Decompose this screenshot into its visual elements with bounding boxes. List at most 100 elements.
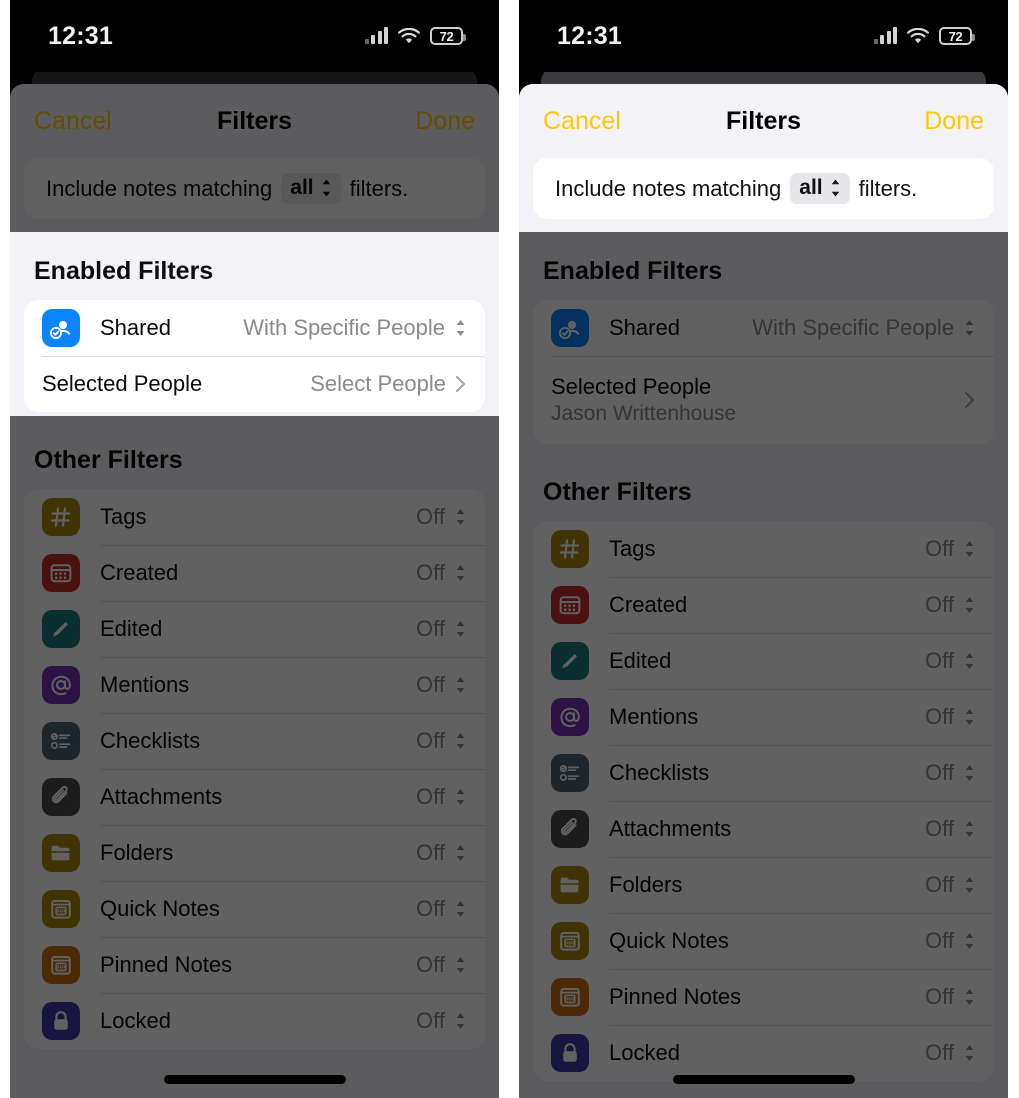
match-rule-lead-text: Include notes matching bbox=[46, 175, 273, 201]
hash-tag-icon bbox=[551, 530, 589, 568]
row-tags[interactable]: Tags Off bbox=[24, 489, 485, 545]
row-checklists[interactable]: Checklists Off bbox=[533, 745, 994, 801]
up-down-chevron-icon[interactable] bbox=[963, 875, 976, 895]
row-value-shared: With Specific People bbox=[752, 315, 954, 340]
row-created[interactable]: Created Off bbox=[24, 545, 485, 601]
folder-icon bbox=[42, 834, 80, 872]
up-down-chevron-icon[interactable] bbox=[963, 595, 976, 615]
battery-percent: 72 bbox=[948, 28, 963, 44]
up-down-chevron-icon[interactable] bbox=[454, 731, 467, 751]
up-down-chevron-icon bbox=[831, 179, 839, 197]
quick-note-icon bbox=[551, 922, 589, 960]
up-down-chevron-icon[interactable] bbox=[454, 899, 467, 919]
row-selected-people[interactable]: Selected People Select People bbox=[24, 356, 485, 412]
row-label-selected-people: Selected People Jason Writtenhouse bbox=[551, 374, 964, 426]
row-label-selected-people: Selected People bbox=[42, 371, 203, 396]
row-edited[interactable]: Edited Off bbox=[24, 601, 485, 657]
row-quick-notes[interactable]: Quick Notes Off bbox=[533, 913, 994, 969]
row-value-shared: With Specific People bbox=[243, 315, 445, 340]
row-tags[interactable]: Tags Off bbox=[533, 521, 994, 577]
battery-percent: 72 bbox=[439, 28, 454, 44]
status-bar-clock: 12:31 bbox=[48, 21, 113, 50]
row-label: Tags bbox=[100, 504, 147, 529]
up-down-chevron-icon bbox=[322, 179, 330, 197]
row-locked[interactable]: Locked Off bbox=[24, 993, 485, 1049]
row-value: Off bbox=[416, 840, 445, 865]
enabled-filters-section: Enabled Filters Shared With Specific Peo… bbox=[10, 243, 499, 412]
row-created[interactable]: Created Off bbox=[533, 577, 994, 633]
up-down-chevron-icon[interactable] bbox=[454, 318, 467, 338]
row-shared[interactable]: Shared With Specific People bbox=[533, 300, 994, 356]
other-filters-group-left: Tags Off Created Off Edited Off Mentions Off Che… bbox=[24, 489, 485, 1049]
row-value: Off bbox=[416, 504, 445, 529]
done-button[interactable]: Done bbox=[415, 105, 475, 138]
row-pinned-notes[interactable]: Pinned Notes Off bbox=[533, 969, 994, 1025]
up-down-chevron-icon[interactable] bbox=[454, 1011, 467, 1031]
up-down-chevron-icon[interactable] bbox=[963, 987, 976, 1007]
row-mentions[interactable]: Mentions Off bbox=[533, 689, 994, 745]
cancel-button[interactable]: Cancel bbox=[34, 105, 112, 138]
up-down-chevron-icon[interactable] bbox=[963, 707, 976, 727]
left-phone-screenshot: 12:31 72 Cancel Filters Done Include not… bbox=[10, 0, 499, 1098]
row-label: Quick Notes bbox=[609, 928, 729, 953]
up-down-chevron-icon[interactable] bbox=[963, 819, 976, 839]
row-checklists[interactable]: Checklists Off bbox=[24, 713, 485, 769]
up-down-chevron-icon[interactable] bbox=[963, 318, 976, 338]
up-down-chevron-icon[interactable] bbox=[963, 763, 976, 783]
row-value: Off bbox=[416, 728, 445, 753]
up-down-chevron-icon[interactable] bbox=[963, 539, 976, 559]
row-attachments[interactable]: Attachments Off bbox=[533, 801, 994, 857]
row-label: Folders bbox=[609, 872, 683, 897]
up-down-chevron-icon[interactable] bbox=[963, 651, 976, 671]
home-indicator bbox=[163, 1075, 346, 1084]
row-value: Off bbox=[416, 616, 445, 641]
row-locked[interactable]: Locked Off bbox=[533, 1025, 994, 1081]
chevron-right-icon[interactable] bbox=[455, 374, 467, 394]
row-shared[interactable]: Shared With Specific People bbox=[24, 300, 485, 356]
up-down-chevron-icon[interactable] bbox=[963, 1043, 976, 1063]
up-down-chevron-icon[interactable] bbox=[963, 931, 976, 951]
row-label: Created bbox=[100, 560, 179, 585]
filters-sheet: Cancel Filters Done Include notes matchi… bbox=[10, 84, 499, 1098]
status-bar: 12:31 72 bbox=[519, 0, 1008, 72]
row-pinned-notes[interactable]: Pinned Notes Off bbox=[24, 937, 485, 993]
row-value: Off bbox=[925, 984, 954, 1009]
row-attachments[interactable]: Attachments Off bbox=[24, 769, 485, 825]
filters-scroll-body[interactable]: Enabled Filters Shared With Specific Peo… bbox=[10, 243, 499, 1098]
row-label: Mentions bbox=[609, 704, 699, 729]
quick-note-icon bbox=[42, 890, 80, 928]
up-down-chevron-icon[interactable] bbox=[454, 843, 467, 863]
up-down-chevron-icon[interactable] bbox=[454, 507, 467, 527]
row-label: Edited bbox=[100, 616, 163, 641]
cancel-button[interactable]: Cancel bbox=[543, 105, 621, 138]
row-label: Created bbox=[609, 592, 688, 617]
checklist-icon bbox=[551, 754, 589, 792]
shared-person-check-icon bbox=[42, 309, 80, 347]
row-selected-people[interactable]: Selected People Jason Writtenhouse bbox=[533, 356, 994, 444]
done-button[interactable]: Done bbox=[924, 105, 984, 138]
row-label: Locked bbox=[609, 1040, 680, 1065]
row-edited[interactable]: Edited Off bbox=[533, 633, 994, 689]
filters-sheet: Cancel Filters Done Include notes matchi… bbox=[519, 84, 1008, 1098]
row-value: Off bbox=[925, 1040, 954, 1065]
up-down-chevron-icon[interactable] bbox=[454, 787, 467, 807]
row-folders[interactable]: Folders Off bbox=[24, 825, 485, 881]
chevron-right-icon[interactable] bbox=[964, 390, 976, 410]
match-rule-card: Include notes matching all filters. bbox=[533, 158, 994, 219]
enabled-filters-header: Enabled Filters bbox=[34, 257, 214, 285]
row-value: Off bbox=[416, 952, 445, 977]
up-down-chevron-icon[interactable] bbox=[454, 619, 467, 639]
match-mode-select[interactable]: all bbox=[790, 173, 850, 204]
up-down-chevron-icon[interactable] bbox=[454, 563, 467, 583]
match-mode-select[interactable]: all bbox=[281, 173, 341, 204]
up-down-chevron-icon[interactable] bbox=[454, 955, 467, 975]
row-label: Attachments bbox=[100, 784, 223, 809]
filters-scroll-body[interactable]: Enabled Filters Shared With Specific Peo… bbox=[519, 243, 1008, 1098]
row-folders[interactable]: Folders Off bbox=[533, 857, 994, 913]
up-down-chevron-icon[interactable] bbox=[454, 675, 467, 695]
enabled-filters-header: Enabled Filters bbox=[543, 257, 723, 285]
row-mentions[interactable]: Mentions Off bbox=[24, 657, 485, 713]
battery-icon: 72 bbox=[430, 27, 466, 45]
sheet-navbar: Cancel Filters Done bbox=[10, 84, 499, 158]
row-quick-notes[interactable]: Quick Notes Off bbox=[24, 881, 485, 937]
